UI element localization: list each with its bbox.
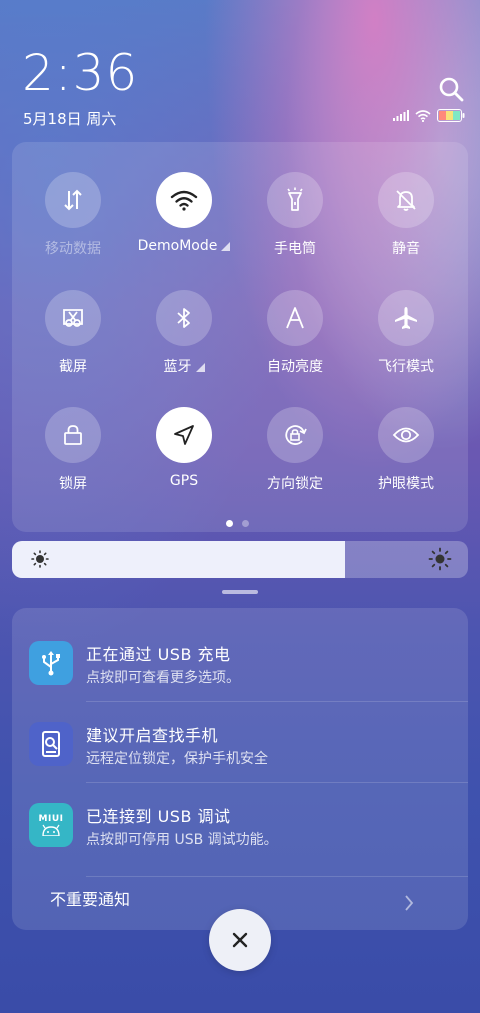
miui-icon: MIUI — [29, 803, 73, 847]
notification-panel: 正在通过 USB 充电 点按即可查看更多选项。 建议开启查找手机 远程定位锁定，… — [12, 608, 468, 930]
close-icon — [232, 932, 248, 948]
status-bar-icons — [393, 109, 465, 122]
tile-rotation-lock[interactable]: 方向锁定 — [245, 407, 345, 493]
notification-subtitle: 远程定位锁定，保护手机安全 — [86, 751, 268, 767]
tile-screenshot[interactable]: 截屏 — [23, 290, 123, 376]
tile-label: 护眼模式 — [378, 476, 434, 492]
notification-usb-debugging[interactable]: MIUI 已连接到 USB 调试 点按即可停用 USB 调试功能。 — [12, 792, 468, 872]
drag-handle[interactable] — [222, 590, 258, 594]
lock-icon[interactable] — [45, 407, 101, 463]
tile-label: 锁屏 — [59, 476, 87, 492]
tile-mobile-data[interactable]: 移动数据 — [23, 172, 123, 258]
airplane-icon[interactable] — [378, 290, 434, 346]
wifi-status-icon — [415, 109, 431, 122]
tile-label: DemoMode — [137, 238, 218, 254]
clear-all-button[interactable] — [209, 909, 271, 971]
brightness-fill — [12, 541, 345, 578]
notification-title: 正在通过 USB 充电 — [86, 645, 231, 664]
divider — [86, 782, 468, 783]
page-dot — [242, 520, 249, 527]
tile-label: 自动亮度 — [267, 359, 323, 375]
location-arrow-icon[interactable] — [156, 407, 212, 463]
flashlight-icon[interactable] — [267, 172, 323, 228]
tile-label-row: DemoMode — [134, 238, 234, 254]
clock-time: 2:36 — [22, 44, 139, 102]
mobile-data-icon[interactable] — [45, 172, 101, 228]
tile-label-row: 蓝牙 — [134, 356, 234, 376]
eye-icon[interactable] — [378, 407, 434, 463]
notification-subtitle: 点按即可停用 USB 调试功能。 — [86, 832, 278, 848]
page-dot-active — [226, 520, 233, 527]
divider — [86, 876, 468, 877]
tile-label: 方向锁定 — [267, 476, 323, 492]
notification-find-phone[interactable]: 建议开启查找手机 远程定位锁定，保护手机安全 — [12, 711, 468, 791]
tile-label: 静音 — [392, 241, 420, 257]
tile-flashlight[interactable]: 手电筒 — [245, 172, 345, 258]
tile-wifi[interactable]: DemoMode — [134, 172, 234, 254]
tile-lock-screen[interactable]: 锁屏 — [23, 407, 123, 493]
tile-gps[interactable]: GPS — [134, 407, 234, 489]
search-icon[interactable] — [438, 76, 464, 102]
date-label: 5月18日 周六 — [23, 110, 117, 128]
expand-caret-icon — [221, 241, 231, 251]
notification-title: 建议开启查找手机 — [86, 726, 219, 745]
divider — [86, 701, 468, 702]
rotation-lock-icon[interactable] — [267, 407, 323, 463]
auto-brightness-icon[interactable] — [267, 290, 323, 346]
notification-usb-charging[interactable]: 正在通过 USB 充电 点按即可查看更多选项。 — [12, 630, 468, 710]
mute-bell-icon[interactable] — [378, 172, 434, 228]
tile-label: 飞行模式 — [378, 359, 434, 375]
brightness-slider[interactable] — [12, 541, 468, 578]
brightness-high-icon — [428, 547, 452, 571]
battery-icon — [437, 109, 465, 122]
tile-label: 移动数据 — [45, 241, 101, 257]
wifi-icon[interactable] — [156, 172, 212, 228]
brightness-low-icon — [31, 550, 49, 568]
chevron-right-icon[interactable] — [404, 894, 414, 912]
expand-caret-icon — [195, 362, 205, 372]
unimportant-notifications-link[interactable]: 不重要通知 — [50, 886, 130, 910]
signal-icon — [393, 110, 409, 121]
tile-eye-care[interactable]: 护眼模式 — [356, 407, 456, 493]
usb-icon — [29, 641, 73, 685]
tile-label: 截屏 — [59, 359, 87, 375]
tile-label: 蓝牙 — [163, 359, 192, 375]
tile-label: 手电筒 — [274, 241, 316, 257]
miui-icon-text: MIUI — [38, 814, 64, 824]
tile-airplane[interactable]: 飞行模式 — [356, 290, 456, 376]
notification-title: 已连接到 USB 调试 — [86, 807, 231, 826]
tile-bluetooth[interactable]: 蓝牙 — [134, 290, 234, 376]
tile-label: GPS — [169, 473, 199, 489]
tile-auto-brightness[interactable]: 自动亮度 — [245, 290, 345, 376]
bluetooth-icon[interactable] — [156, 290, 212, 346]
screenshot-icon[interactable] — [45, 290, 101, 346]
page-indicator — [226, 520, 249, 527]
tile-mute[interactable]: 静音 — [356, 172, 456, 258]
notification-subtitle: 点按即可查看更多选项。 — [86, 670, 240, 686]
find-phone-icon — [29, 722, 73, 766]
